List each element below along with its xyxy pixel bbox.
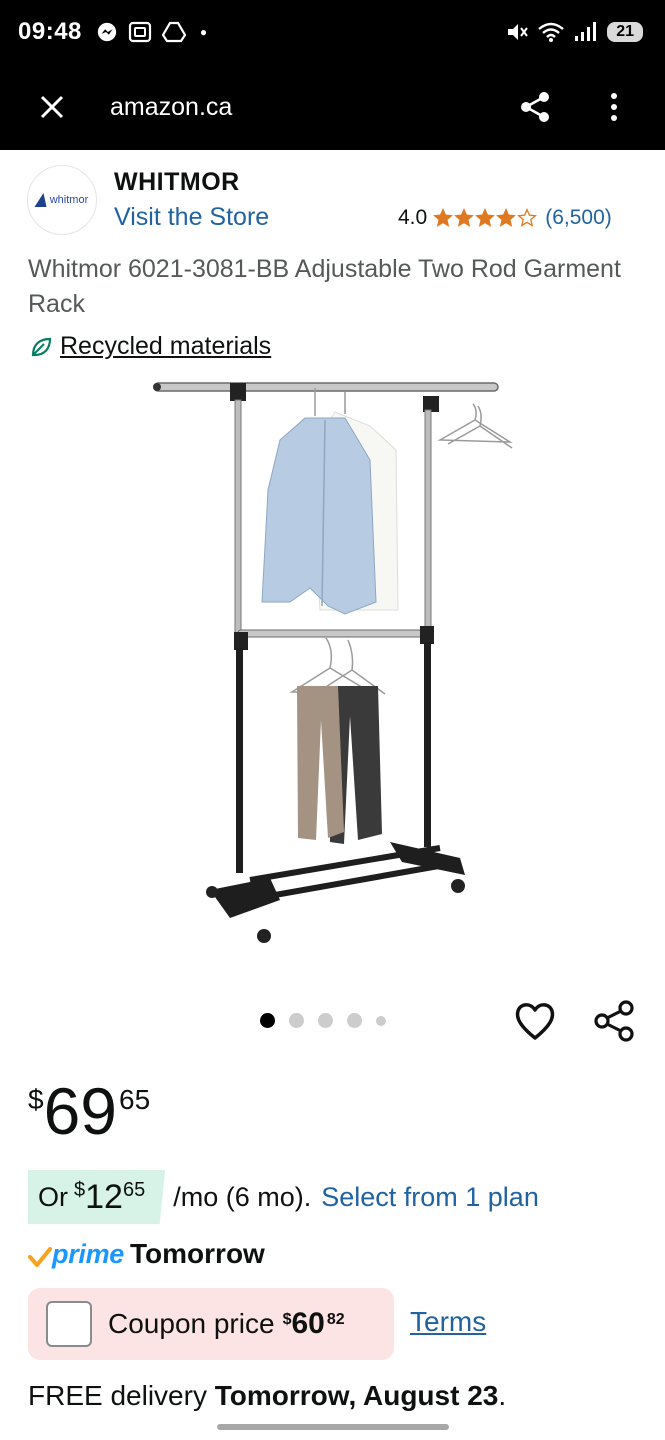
- price-whole: 69: [43, 1074, 117, 1148]
- star-filled-icon: [496, 208, 517, 227]
- installment-offer: Or $ 12 65 /mo (6 mo). Select from 1 pla…: [28, 1170, 539, 1224]
- rating-value: 4.0: [398, 206, 428, 229]
- carousel-dot[interactable]: [289, 1013, 304, 1028]
- carousel-dot[interactable]: [260, 1013, 275, 1028]
- status-bar: 09:48 ● 21: [0, 0, 665, 64]
- star-filled-icon: [475, 208, 496, 227]
- status-time: 09:48: [18, 18, 82, 45]
- leaf-icon: [31, 337, 52, 356]
- coupon-symbol: $: [282, 1311, 292, 1328]
- delivery-info: FREE delivery Tomorrow, August 23.: [28, 1380, 506, 1412]
- rating-stars: [433, 208, 538, 228]
- coupon-box[interactable]: Coupon price $ 60 82: [28, 1288, 394, 1360]
- visit-store-link[interactable]: Visit the Store: [114, 203, 269, 232]
- url-text[interactable]: amazon.ca: [110, 93, 232, 122]
- close-icon: [40, 95, 64, 119]
- installment-symbol: $: [74, 1179, 86, 1201]
- recycled-materials-link[interactable]: Recycled materials: [60, 332, 271, 361]
- coupon-whole: 60: [291, 1307, 325, 1340]
- home-indicator[interactable]: [217, 1424, 449, 1430]
- product-title: Whitmor 6021-3081-BB Adjustable Two Rod …: [28, 255, 621, 318]
- status-right-icons: 21: [505, 21, 643, 43]
- delivery-suffix: .: [498, 1380, 507, 1411]
- coupon-terms-link[interactable]: Terms: [410, 1306, 486, 1338]
- installment-prefix: Or: [38, 1181, 68, 1212]
- carousel-indicator: [260, 1013, 386, 1028]
- price-symbol: $: [28, 1084, 44, 1115]
- rating-count[interactable]: (6,500): [545, 206, 612, 230]
- coupon-checkbox[interactable]: [46, 1301, 92, 1347]
- signal-icon: [575, 22, 597, 41]
- wishlist-button[interactable]: [512, 998, 558, 1044]
- prime-delivery: prime Tomorrow: [28, 1238, 265, 1270]
- carousel-dot[interactable]: [347, 1013, 362, 1028]
- installment-chip: Or $ 12 65: [28, 1170, 166, 1224]
- prime-check-icon: [28, 1247, 52, 1267]
- select-plan-link[interactable]: Select from 1 plan: [321, 1182, 539, 1213]
- screenshot-icon: [128, 21, 151, 43]
- prime-delivery-day: Tomorrow: [130, 1238, 265, 1269]
- star-filled-icon: [433, 208, 454, 227]
- brand-logo-text: whitmor: [49, 194, 89, 206]
- delivery-prefix: FREE delivery: [28, 1380, 215, 1411]
- browser-toolbar: amazon.ca: [0, 64, 665, 150]
- wifi-icon: [538, 22, 564, 42]
- heart-icon: [515, 1003, 555, 1040]
- browser-share-button[interactable]: [512, 84, 558, 130]
- share-icon: [594, 1000, 634, 1042]
- coupon-price: $ 60 82: [283, 1307, 345, 1341]
- star-filled-icon: [454, 208, 475, 227]
- battery-indicator: 21: [607, 22, 643, 42]
- recycled-materials-badge[interactable]: Recycled materials: [30, 332, 271, 361]
- brand-logo[interactable]: whitmor: [27, 165, 97, 235]
- notification-dot: ●: [199, 25, 208, 39]
- coupon-fraction: 82: [326, 1311, 345, 1328]
- prime-logo: prime: [52, 1238, 125, 1269]
- carousel-dot[interactable]: [318, 1013, 333, 1028]
- installment-whole: 12: [85, 1177, 123, 1216]
- product-image[interactable]: [140, 370, 520, 960]
- drive-icon: [161, 21, 186, 43]
- carousel-dot[interactable]: [376, 1015, 386, 1026]
- brand-name: WHITMOR: [114, 168, 240, 196]
- messenger-icon: [97, 22, 117, 42]
- delivery-date: Tomorrow, August 23: [214, 1380, 499, 1411]
- price: $ 69 65: [28, 1072, 150, 1150]
- product-share-button[interactable]: [592, 998, 638, 1044]
- installment-suffix: /mo (6 mo).: [173, 1181, 312, 1212]
- share-icon: [521, 92, 549, 122]
- price-fraction: 65: [119, 1084, 151, 1115]
- rating-summary[interactable]: 4.0 (6,500): [398, 206, 612, 230]
- status-left-icons: ●: [96, 21, 207, 43]
- browser-menu-button[interactable]: [596, 84, 632, 130]
- installment-fraction: 65: [122, 1179, 146, 1201]
- mute-icon: [508, 24, 529, 40]
- coupon-label: Coupon price: [108, 1308, 275, 1339]
- close-button[interactable]: [22, 77, 82, 137]
- star-empty-icon: [517, 208, 538, 227]
- more-vert-icon: [611, 93, 617, 121]
